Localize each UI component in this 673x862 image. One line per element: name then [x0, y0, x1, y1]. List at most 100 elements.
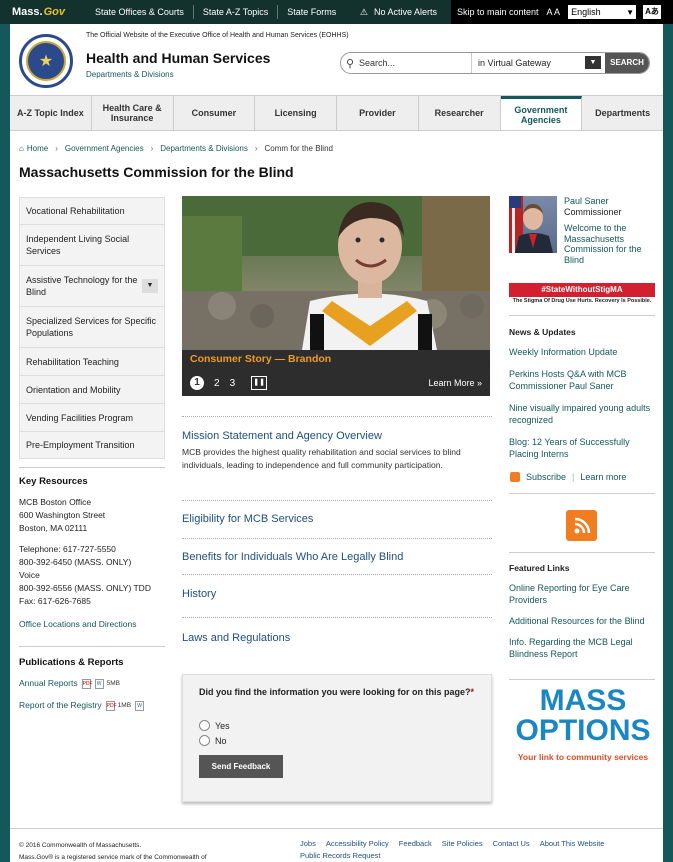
- sidenav-item-specialized-services[interactable]: Specialized Services for Specific Popula…: [19, 306, 165, 347]
- nav-provider[interactable]: Provider: [337, 96, 419, 130]
- search-scope-select[interactable]: in Virtual Gateway ▼: [471, 53, 605, 73]
- text-size-toggle[interactable]: A A: [547, 7, 561, 17]
- slide-page-1[interactable]: 1: [190, 376, 204, 390]
- sidenav-item-assistive-technology[interactable]: Assistive Technology for the Blind ▼: [19, 265, 165, 306]
- footer-link-contact[interactable]: Contact Us: [493, 839, 530, 848]
- doc-icon[interactable]: W: [94, 678, 104, 689]
- skip-link[interactable]: Skip to main content: [457, 7, 539, 17]
- nav-government-agencies[interactable]: Government Agencies: [500, 96, 583, 130]
- state-offices-link[interactable]: State Offices & Courts: [86, 5, 193, 19]
- sidenav-item-pre-employment[interactable]: Pre-Employment Transition: [19, 431, 165, 459]
- slideshow[interactable]: Consumer Story — Brandon 1 2 3 ❚❚ Learn …: [182, 196, 490, 396]
- footer-link-site-policies[interactable]: Site Policies: [442, 839, 483, 848]
- footer-link-public-records[interactable]: Public Records Request: [300, 851, 380, 860]
- rss-icon[interactable]: [510, 472, 520, 482]
- state-seal-icon[interactable]: ★: [19, 34, 73, 88]
- blog-rss-icon[interactable]: [566, 510, 597, 541]
- no-label: No: [215, 735, 227, 746]
- mass-gov-logo[interactable]: Mass. Gov: [0, 6, 86, 18]
- required-marker: *: [470, 687, 475, 697]
- history-link[interactable]: History: [182, 588, 492, 600]
- state-az-topics-link[interactable]: State A-Z Topics: [192, 5, 277, 19]
- nav-consumer[interactable]: Consumer: [174, 96, 256, 130]
- nav-licensing[interactable]: Licensing: [255, 96, 337, 130]
- official-site-text: The Official Website of the Executive Of…: [86, 32, 349, 39]
- search-input[interactable]: Search...: [359, 58, 471, 68]
- sidenav-label: Orientation and Mobility: [26, 384, 121, 395]
- slide-page-2[interactable]: 2: [214, 378, 220, 389]
- sidenav-label: Assistive Technology for the Blind: [26, 275, 138, 297]
- language-select[interactable]: English ▼: [568, 5, 637, 19]
- eligibility-link[interactable]: Eligibility for MCB Services: [182, 513, 492, 525]
- commissioner-name[interactable]: Paul Saner: [564, 196, 656, 207]
- sidenav-label: Pre-Employment Transition: [26, 440, 135, 450]
- featured-link[interactable]: Additional Resources for the Blind: [509, 615, 655, 627]
- nav-health-care-insurance[interactable]: Health Care & Insurance: [92, 96, 174, 130]
- footer-link-accessibility[interactable]: Accessibility Policy: [326, 839, 389, 848]
- site-subtitle[interactable]: Departments & Divisions: [86, 70, 174, 79]
- slide-page-3[interactable]: 3: [230, 378, 236, 389]
- alerts[interactable]: ⚠ No Active Alerts: [360, 7, 451, 18]
- feedback-form: Did you find the information you were lo…: [182, 674, 492, 802]
- sidenav-item-independent-living[interactable]: Independent Living Social Services: [19, 224, 165, 265]
- breadcrumb-home[interactable]: Home: [27, 144, 48, 153]
- news-item[interactable]: Blog: 12 Years of Successfully Placing I…: [509, 436, 655, 460]
- registry-link[interactable]: Report of the Registry: [19, 699, 102, 712]
- pdf-icon[interactable]: PDF: [105, 700, 117, 711]
- news-item[interactable]: Weekly Information Update: [509, 346, 655, 358]
- subscribe-link[interactable]: Subscribe: [526, 471, 566, 483]
- divider: [19, 467, 165, 468]
- footer-link-about[interactable]: About This Website: [540, 839, 605, 848]
- footer-link-feedback[interactable]: Feedback: [399, 839, 432, 848]
- translate-icon[interactable]: Aあ: [643, 5, 661, 19]
- learn-more-link[interactable]: Learn more: [580, 471, 626, 483]
- copyright: © 2016 Commonwealth of Massachusetts.: [19, 842, 142, 849]
- benefits-link[interactable]: Benefits for Individuals Who Are Legally…: [182, 551, 492, 563]
- nav-az-topic-index[interactable]: A-Z Topic Index: [10, 96, 92, 130]
- pdf-icon[interactable]: PDF: [81, 678, 93, 689]
- welcome-link[interactable]: Welcome to the Massachusetts Commission …: [564, 223, 656, 265]
- search-button[interactable]: SEARCH: [605, 53, 649, 73]
- sidenav-item-vending-facilities[interactable]: Vending Facilities Program: [19, 403, 165, 431]
- annual-reports-link[interactable]: Annual Reports: [19, 677, 78, 690]
- stigma-subtitle: The Stigma Of Drug Use Hurts. Recovery I…: [512, 298, 652, 304]
- commissioner-photo[interactable]: [509, 196, 557, 253]
- footer-link-jobs[interactable]: Jobs: [300, 839, 316, 848]
- laws-link[interactable]: Laws and Regulations: [182, 632, 492, 644]
- send-feedback-button[interactable]: Send Feedback: [199, 755, 283, 778]
- breadcrumb: ⌂ Home › Government Agencies › Departmen…: [19, 144, 333, 153]
- pause-icon[interactable]: ❚❚: [251, 376, 268, 390]
- news-item[interactable]: Perkins Hosts Q&A with MCB Commissioner …: [509, 368, 655, 392]
- office-locations-link[interactable]: Office Locations and Directions: [19, 619, 137, 629]
- top-bar: Mass. Gov State Offices & Courts State A-…: [0, 0, 673, 24]
- no-radio[interactable]: [199, 735, 210, 746]
- feedback-no-option[interactable]: No: [199, 735, 227, 746]
- yes-radio[interactable]: [199, 720, 210, 731]
- featured-link[interactable]: Info. Regarding the MCB Legal Blindness …: [509, 636, 655, 660]
- breadcrumb-government-agencies[interactable]: Government Agencies: [65, 144, 144, 153]
- slide-caption[interactable]: Consumer Story — Brandon: [190, 353, 331, 365]
- feedback-yes-option[interactable]: Yes: [199, 720, 230, 731]
- mass-options-logo[interactable]: MASS OPTIONS Your link to community serv…: [509, 686, 657, 781]
- nav-departments[interactable]: Departments: [582, 96, 663, 130]
- doc-icon[interactable]: W: [135, 700, 145, 711]
- breadcrumb-departments[interactable]: Departments & Divisions: [160, 144, 248, 153]
- registry-size: 1MB: [117, 702, 132, 709]
- mission-link[interactable]: Mission Statement and Agency Overview: [182, 430, 492, 442]
- news-item[interactable]: Nine visually impaired young adults reco…: [509, 402, 655, 426]
- home-icon: ⌂: [19, 144, 24, 153]
- sidenav-item-vocational-rehabilitation[interactable]: Vocational Rehabilitation: [19, 197, 165, 224]
- sidenav-item-rehabilitation-teaching[interactable]: Rehabilitation Teaching: [19, 347, 165, 375]
- slide-learn-more[interactable]: Learn More »: [428, 378, 482, 388]
- nav-researcher[interactable]: Researcher: [419, 96, 501, 130]
- sidenav-item-orientation-mobility[interactable]: Orientation and Mobility: [19, 375, 165, 403]
- featured-link[interactable]: Online Reporting for Eye Care Providers: [509, 582, 655, 606]
- site-title[interactable]: Health and Human Services: [86, 50, 270, 66]
- fax-number: Fax: 617-626-7685: [19, 596, 91, 606]
- benefits-section: Benefits for Individuals Who Are Legally…: [182, 551, 492, 563]
- seal-shield-icon: ★: [26, 41, 66, 81]
- state-forms-link[interactable]: State Forms: [277, 5, 345, 19]
- stigma-banner[interactable]: #StateWithoutStigMA The Stigma Of Drug U…: [509, 283, 655, 307]
- expand-chevron-icon[interactable]: ▼: [142, 279, 158, 293]
- utility-bar: Skip to main content A A English ▼ Aあ: [451, 0, 673, 24]
